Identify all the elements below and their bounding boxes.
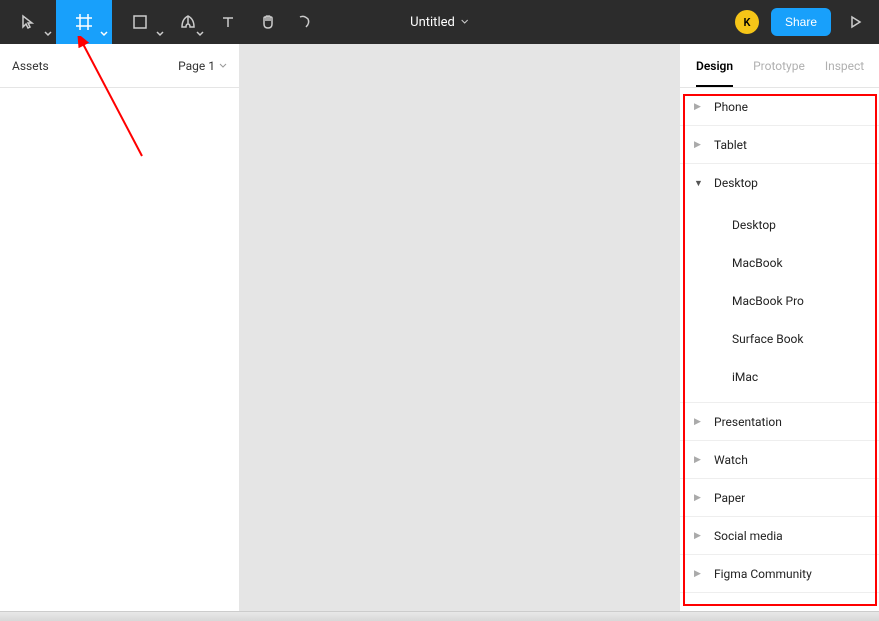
preset-label: Desktop	[714, 176, 758, 190]
preset-presentation[interactable]: ▶ Presentation	[680, 403, 879, 441]
chevron-down-icon	[461, 18, 469, 26]
preset-phone[interactable]: ▶ Phone	[680, 88, 879, 126]
chevron-down-icon	[219, 62, 227, 70]
text-tool[interactable]	[208, 0, 248, 44]
user-avatar[interactable]: K	[735, 10, 759, 34]
preset-desktop-desktop[interactable]: Desktop	[680, 206, 879, 244]
tab-design[interactable]: Design	[696, 59, 733, 87]
preset-desktop-imac[interactable]: iMac	[680, 358, 879, 396]
caret-right-icon: ▶	[694, 455, 704, 465]
frame-preset-list: ▶ Phone ▶ Tablet ▼ Desktop Desktop MacBo…	[680, 88, 879, 593]
top-toolbar: Untitled K Share	[0, 0, 879, 44]
preset-label: Social media	[714, 529, 783, 543]
preset-desktop[interactable]: ▼ Desktop	[680, 164, 879, 202]
caret-down-icon: ▼	[694, 178, 704, 189]
right-panel: Design Prototype Inspect ▶ Phone ▶ Table…	[679, 44, 879, 611]
tab-prototype[interactable]: Prototype	[753, 59, 805, 73]
right-panel-tabs: Design Prototype Inspect	[680, 44, 879, 88]
pen-tool[interactable]	[168, 0, 208, 44]
preset-label: Tablet	[714, 138, 747, 152]
preset-label: Paper	[714, 491, 745, 505]
share-button[interactable]: Share	[771, 8, 831, 36]
preset-label: Figma Community	[714, 567, 812, 581]
preset-paper[interactable]: ▶ Paper	[680, 479, 879, 517]
shape-tool[interactable]	[112, 0, 168, 44]
preset-tablet[interactable]: ▶ Tablet	[680, 126, 879, 164]
document-title[interactable]: Untitled	[410, 15, 469, 30]
preset-label: Presentation	[714, 415, 782, 429]
chevron-down-icon	[44, 30, 52, 38]
caret-right-icon: ▶	[694, 493, 704, 503]
present-button[interactable]	[843, 15, 867, 29]
preset-social[interactable]: ▶ Social media	[680, 517, 879, 555]
comment-tool[interactable]	[288, 0, 320, 44]
chevron-down-icon	[156, 30, 164, 38]
chevron-down-icon	[196, 30, 204, 38]
canvas[interactable]	[240, 44, 679, 611]
caret-right-icon: ▶	[694, 102, 704, 112]
play-icon	[848, 15, 862, 29]
preset-desktop-surface-book[interactable]: Surface Book	[680, 320, 879, 358]
hand-tool[interactable]	[248, 0, 288, 44]
left-panel: Assets Page 1	[0, 44, 240, 611]
caret-right-icon: ▶	[694, 569, 704, 579]
bottom-bar	[0, 611, 879, 621]
caret-right-icon: ▶	[694, 531, 704, 541]
frame-tool[interactable]	[56, 0, 112, 44]
page-selector-label: Page 1	[178, 59, 215, 73]
preset-desktop-macbook[interactable]: MacBook	[680, 244, 879, 282]
page-selector[interactable]: Page 1	[178, 59, 227, 73]
caret-right-icon: ▶	[694, 140, 704, 150]
preset-desktop-macbook-pro[interactable]: MacBook Pro	[680, 282, 879, 320]
chevron-down-icon	[100, 30, 108, 38]
preset-watch[interactable]: ▶ Watch	[680, 441, 879, 479]
tab-assets[interactable]: Assets	[12, 59, 49, 73]
preset-community[interactable]: ▶ Figma Community	[680, 555, 879, 593]
move-tool[interactable]	[0, 0, 56, 44]
caret-right-icon: ▶	[694, 417, 704, 427]
preset-label: Watch	[714, 453, 748, 467]
preset-label: Phone	[714, 100, 748, 114]
tab-inspect[interactable]: Inspect	[825, 59, 864, 73]
document-title-text: Untitled	[410, 15, 455, 30]
